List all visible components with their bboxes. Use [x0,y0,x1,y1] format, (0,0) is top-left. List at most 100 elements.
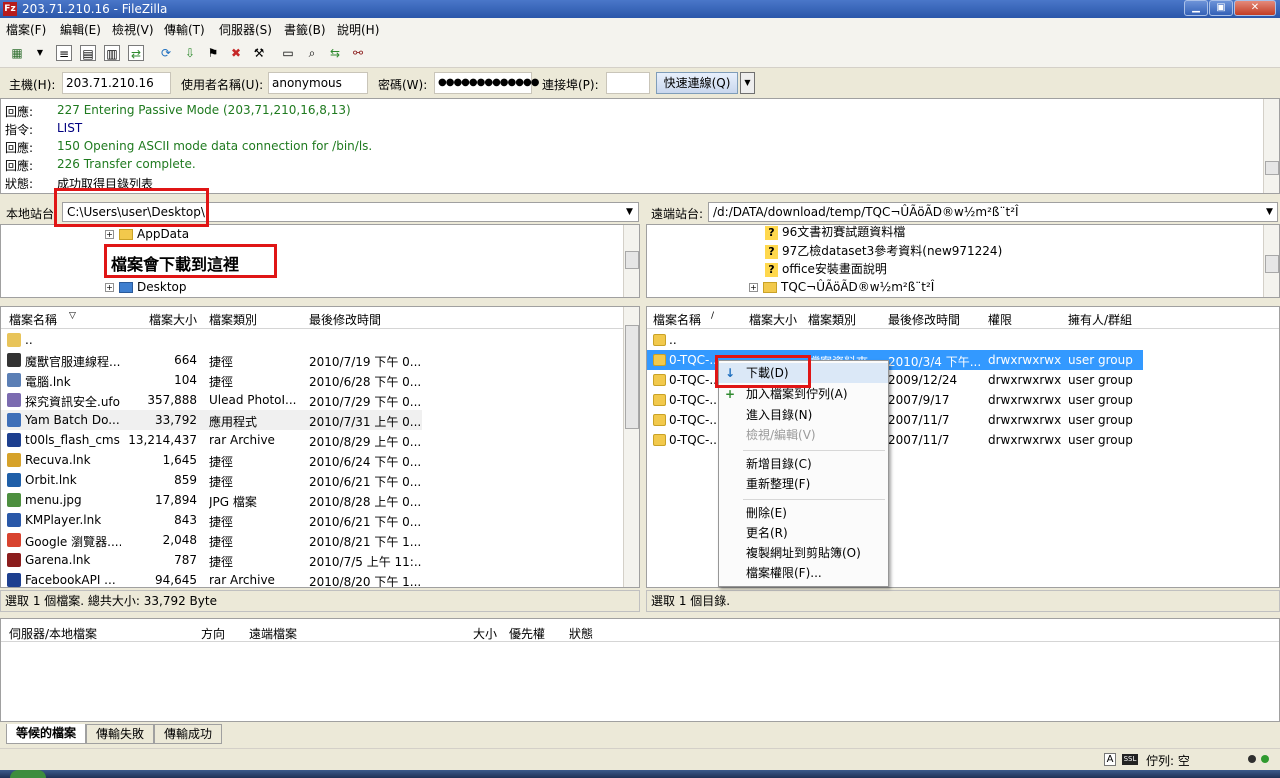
menu-help[interactable]: 說明(H) [337,21,379,38]
remote-file-row[interactable]: .. [647,330,1143,350]
tree-item[interactable]: ? office安裝畫面說明 [765,260,887,278]
menu-copy-url[interactable]: 複製網址到剪貼簿(O) [719,543,888,563]
status-bar: A SSL 佇列: 空 [0,748,1280,770]
host-input[interactable]: 203.71.210.16 [62,72,171,94]
expand-icon[interactable]: + [105,283,114,292]
quickconnect-button[interactable]: 快速連線(Q) [656,72,738,94]
queue-col-size[interactable]: 大小 [473,625,497,642]
tab-queued-files[interactable]: 等候的檔案 [6,724,86,744]
reconnect-icon[interactable]: ⚒ [251,45,267,61]
remote-tree-scrollbar[interactable] [1263,225,1279,297]
local-file-row[interactable]: Google 瀏覽器.... 2,048 捷徑 2010/8/21 下午 1... [1,530,422,550]
col-filetype[interactable]: 檔案類別 [808,311,856,328]
minimize-button[interactable]: ▁ [1184,0,1208,16]
desktop-icon [119,282,133,293]
disconnect-flag-icon[interactable]: ⚑ [205,45,221,61]
menu-file-permissions[interactable]: 檔案權限(F)... [719,563,888,583]
col-filename[interactable]: 檔案名稱 [9,311,57,328]
menu-bookmarks[interactable]: 書籤(B) [284,21,326,38]
toggle-local-tree-icon[interactable]: ▤ [80,45,96,61]
tree-item[interactable]: ? 97乙檢dataset3參考資料(new971224) [765,242,1002,260]
menu-server[interactable]: 伺服器(S) [219,21,272,38]
col-permissions[interactable]: 權限 [988,311,1012,328]
sync-browse-icon[interactable]: ⇆ [327,45,343,61]
compare-icon[interactable]: ⌕ [304,45,320,61]
start-button-icon[interactable] [10,770,46,778]
log-message: LIST [57,121,83,135]
local-file-row[interactable]: .. [1,330,422,350]
file-modified: 2010/7/29 下午 0... [309,395,421,409]
local-file-row[interactable]: 魔獸官服連線程... 664 捷徑 2010/7/19 下午 0... [1,350,422,370]
local-tree-scrollbar[interactable] [623,225,639,297]
local-list-scroll-thumb[interactable] [625,325,639,429]
local-file-row[interactable]: Recuva.lnk 1,645 捷徑 2010/6/24 下午 0... [1,450,422,470]
local-file-row[interactable]: t00ls_flash_cms.... 13,214,437 rar Archive… [1,430,422,450]
local-tree-scroll-thumb[interactable] [625,251,639,269]
local-file-row[interactable]: 探究資訊安全.ufo 357,888 Ulead PhotoI... 2010/7/2… [1,390,422,410]
port-input[interactable] [606,72,650,94]
col-owner[interactable]: 擁有人/群組 [1068,311,1132,328]
menu-delete[interactable]: 刪除(E) [719,503,888,523]
username-input[interactable]: anonymous [268,72,368,94]
queue-col-remote[interactable]: 遠端檔案 [249,625,297,642]
tree-item-label: 96文書初賽試題資料檔 [782,225,906,239]
local-file-row[interactable]: FacebookAPI ... 94,645 rar Archive 2010/8/2… [1,570,422,587]
remote-path-dropdown-icon[interactable]: ▼ [1266,207,1273,217]
tree-item[interactable]: ? 96文書初賽試題資料檔 [765,225,906,241]
local-file-row[interactable]: menu.jpg 17,894 JPG 檔案 2010/8/28 上午 0... [1,490,422,510]
remote-tree-scroll-thumb[interactable] [1265,255,1279,273]
log-scroll-thumb[interactable] [1265,161,1279,175]
col-filename[interactable]: 檔案名稱 [653,311,701,328]
cancel-icon[interactable]: ✖ [228,45,244,61]
local-file-row[interactable]: KMPlayer.lnk 843 捷徑 2010/6/21 下午 0... [1,510,422,530]
toggle-remote-tree-icon[interactable]: ▥ [104,45,120,61]
toggle-queue-icon[interactable]: ⇄ [128,45,144,61]
menu-rename[interactable]: 更名(R) [719,523,888,543]
local-path-dropdown-icon[interactable]: ▼ [626,207,633,217]
menu-refresh[interactable]: 重新整理(F) [719,474,888,494]
quickconnect-dropdown-icon[interactable]: ▼ [740,72,755,94]
menu-file[interactable]: 檔案(F) [6,21,46,38]
expand-icon[interactable]: + [749,283,758,292]
local-file-row[interactable]: 電腦.lnk 104 捷徑 2010/6/28 下午 0... [1,370,422,390]
tree-item-current[interactable]: + TQC¬ÛÃöÃD®w½m²ß¨t²Î [749,278,934,296]
site-manager-icon[interactable]: ▦ [9,45,25,61]
filter-icon[interactable]: ▭ [280,45,296,61]
queue-col-status[interactable]: 狀態 [569,625,593,642]
col-modified[interactable]: 最後修改時間 [309,311,381,328]
maximize-button[interactable]: ▣ [1209,0,1233,16]
menu-edit[interactable]: 編輯(E) [60,21,101,38]
refresh-icon[interactable]: ⟳ [158,45,174,61]
file-name: Garena.lnk [25,553,91,567]
expand-icon[interactable]: + [105,230,114,239]
file-name: t00ls_flash_cms.... [25,433,121,447]
remote-path-input[interactable]: /d:/DATA/download/temp/TQC¬ÛÃöÃD®w½m²ß¨t… [708,202,1278,222]
local-file-row[interactable]: Orbit.lnk 859 捷徑 2010/6/21 下午 0... [1,470,422,490]
local-file-row[interactable]: Garena.lnk 787 捷徑 2010/7/5 上午 11:... [1,550,422,570]
tree-item-desktop[interactable]: + Desktop [105,278,187,296]
log-scrollbar[interactable] [1263,99,1279,193]
menu-enter-directory[interactable]: 進入目錄(N) [719,405,888,425]
queue-col-direction[interactable]: 方向 [201,625,225,642]
col-modified[interactable]: 最後修改時間 [888,311,960,328]
tab-failed-transfers[interactable]: 傳輸失敗 [86,724,154,744]
toggle-log-icon[interactable]: ≡ [56,45,72,61]
local-list-scrollbar[interactable] [623,307,639,587]
site-manager-dropdown-icon[interactable]: ▼ [32,45,48,61]
col-filesize[interactable]: 檔案大小 [749,311,797,328]
queue-col-server[interactable]: 伺服器/本地檔案 [9,625,97,642]
menu-separator [743,450,885,451]
search-remote-icon[interactable]: ⚯ [350,45,366,61]
tree-item-appdata[interactable]: + AppData [105,225,189,243]
col-filetype[interactable]: 檔案類別 [209,311,257,328]
password-input[interactable]: ●●●●●●●●●●●●● [434,72,539,94]
process-queue-icon[interactable]: ⇩ [182,45,198,61]
menu-view[interactable]: 檢視(V) [112,21,154,38]
col-filesize[interactable]: 檔案大小 [149,311,197,328]
queue-col-priority[interactable]: 優先權 [509,625,545,642]
close-button[interactable]: ✕ [1234,0,1276,16]
menu-create-directory[interactable]: 新增目錄(C) [719,454,888,474]
local-file-row[interactable]: Yam Batch Do... 33,792 應用程式 2010/7/31 上午 0.… [1,410,422,430]
menu-transfer[interactable]: 傳輸(T) [164,21,205,38]
tab-successful-transfers[interactable]: 傳輸成功 [154,724,222,744]
